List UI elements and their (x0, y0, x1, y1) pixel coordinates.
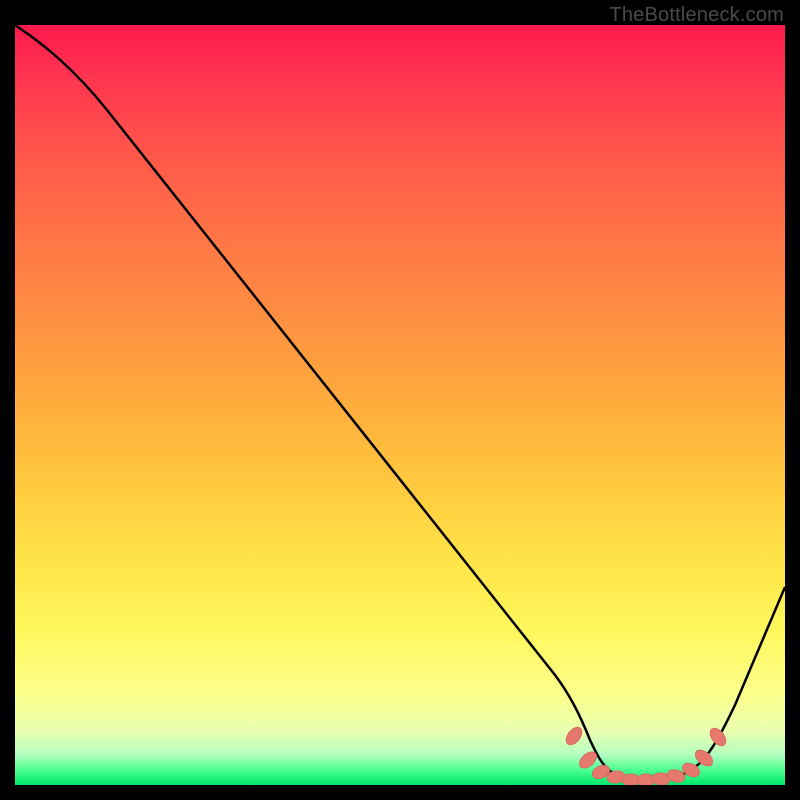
bottleneck-curve-path (15, 25, 785, 780)
chart-frame: TheBottleneck.com (0, 0, 800, 800)
marker-dot (707, 725, 729, 748)
watermark-text: TheBottleneck.com (609, 4, 784, 27)
marker-dot (563, 724, 585, 747)
curve-svg (15, 25, 785, 785)
plot-area (15, 25, 785, 785)
